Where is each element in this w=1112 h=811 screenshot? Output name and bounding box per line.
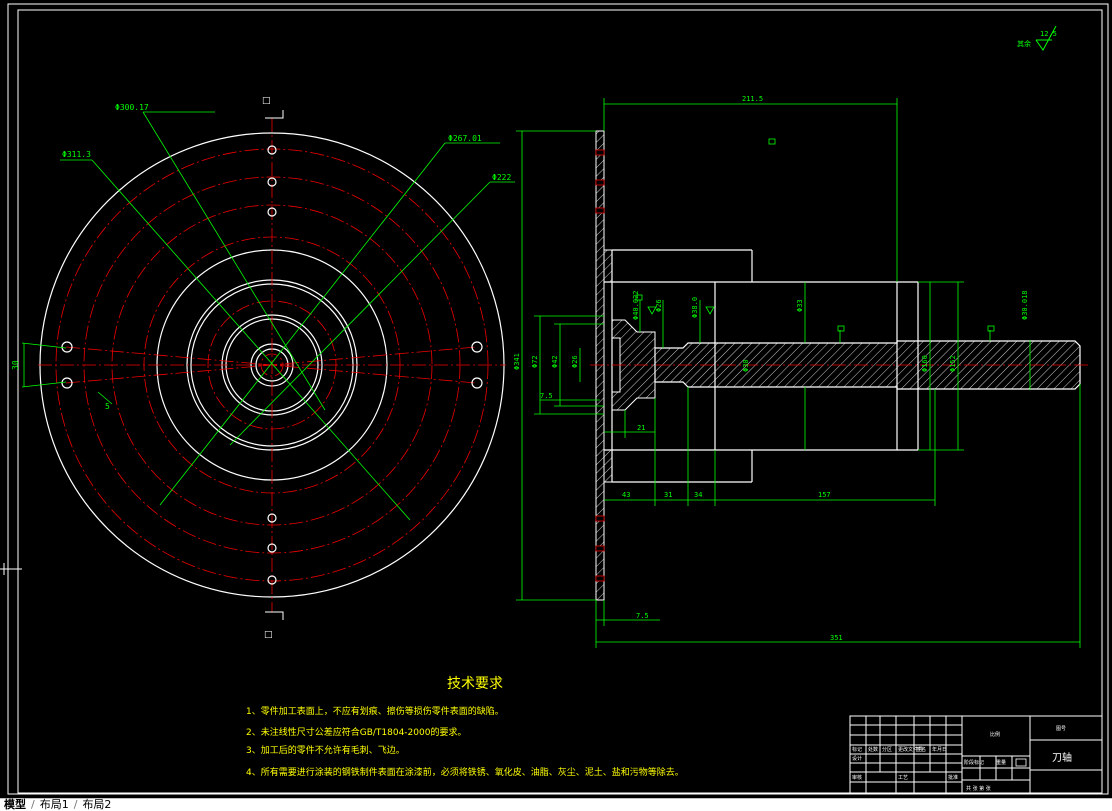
tb-cell-process: 工艺 bbox=[898, 775, 908, 781]
dim-len-7-5-left: 7.5 bbox=[540, 392, 553, 400]
dim-d267-01: Φ267.01 bbox=[448, 134, 482, 143]
tb-cell-weight: 重量 bbox=[996, 759, 1006, 766]
tb-cell-date: 年月日 bbox=[932, 746, 947, 753]
tb-cell-approve: 批准 bbox=[948, 774, 958, 781]
dim-len-34: 34 bbox=[694, 491, 702, 499]
tb-cell-sheets: 共 张 第 张 bbox=[966, 785, 991, 792]
tb-cell-zone: 分区 bbox=[882, 746, 892, 753]
tech-req-title: 技术要求 bbox=[447, 676, 503, 692]
dim-len-211-5: 211.5 bbox=[742, 95, 763, 103]
dim-d341: Φ341 bbox=[513, 353, 521, 370]
dim-len-21: 21 bbox=[637, 424, 645, 432]
roughness-label: 其余 bbox=[1017, 39, 1031, 48]
tb-cell-stage: 阶段标记 bbox=[964, 759, 984, 766]
dim-d40-022: Φ40.022 bbox=[632, 290, 640, 320]
dim-len-43: 43 bbox=[622, 491, 630, 499]
tb-cell-review: 审核 bbox=[852, 774, 862, 781]
dim-d-shaft: Φ30 bbox=[742, 359, 750, 372]
dim-len-5: 5 bbox=[105, 402, 110, 411]
tech-req-item-2: 2、未注线性尺寸公差应符合GB/T1804-2000的要求。 bbox=[246, 726, 466, 738]
drawing-frame bbox=[7, 3, 1109, 795]
tab-model[interactable]: 模型 bbox=[0, 799, 30, 811]
tb-material-label: 比例 bbox=[990, 731, 1000, 738]
dim-d26-b: Φ26 bbox=[655, 299, 663, 312]
roughness-value: 12.5 bbox=[1040, 30, 1057, 38]
tb-top-right-label: 图号 bbox=[1056, 726, 1066, 732]
dim-d26: Φ26 bbox=[571, 355, 579, 368]
dim-len-30: 30 bbox=[11, 360, 20, 370]
tb-part-name: 刀轴 bbox=[1052, 751, 1072, 764]
section-view: 211.5 351 7.5 43 31 34 157 21 7.5 Φ341 Φ… bbox=[513, 95, 1090, 648]
dim-len-7-5-bottom: 7.5 bbox=[636, 612, 649, 620]
tab-layout1[interactable]: 布局1 bbox=[36, 799, 73, 811]
section-mark-top: □ bbox=[262, 96, 271, 106]
dim-d42: Φ42 bbox=[551, 355, 559, 368]
dim-d33: Φ33 bbox=[796, 299, 804, 312]
dim-d311-3: Φ311.3 bbox=[62, 150, 91, 159]
tab-layout2[interactable]: 布局2 bbox=[78, 799, 115, 811]
cad-drawing-canvas[interactable]: □ □ Φ300.17 Φ311.3 Φ267.01 Φ222 30 5 211… bbox=[0, 0, 1112, 810]
dim-d160: Φ160 bbox=[921, 355, 929, 372]
section-mark-bottom: □ bbox=[264, 630, 273, 640]
dim-len-31: 31 bbox=[664, 491, 672, 499]
dim-d72: Φ72 bbox=[531, 355, 539, 368]
dim-d222: Φ222 bbox=[492, 173, 511, 182]
tb-cell-mark: 标记 bbox=[852, 746, 862, 753]
roughness-symbol: 其余 12.5 bbox=[1017, 25, 1057, 51]
dim-len-157: 157 bbox=[818, 491, 831, 499]
title-block: 标记 处数 分区 更改文件号 签名 年月日 设计 审核 工艺 批准 阶段标记 重… bbox=[849, 715, 1103, 794]
tb-cell-count: 处数 bbox=[868, 746, 878, 753]
dim-d30-018: Φ30.018 bbox=[1021, 290, 1029, 320]
end-view: □ □ Φ300.17 Φ311.3 Φ267.01 Φ222 30 5 bbox=[0, 96, 515, 640]
dim-len-351: 351 bbox=[830, 634, 843, 642]
technical-requirements: 技术要求 1、零件加工表面上，不应有划痕、擦伤等损伤零件表面的缺陷。 2、未注线… bbox=[246, 676, 684, 778]
dim-d152: Φ152 bbox=[949, 355, 957, 372]
tb-cell-design: 设计 bbox=[852, 755, 862, 762]
dim-d300-17: Φ300.17 bbox=[115, 103, 149, 112]
layout-tab-bar: 模型 / 布局1/布局2 bbox=[0, 798, 1112, 811]
dim-d38: Φ38.0 bbox=[691, 297, 699, 318]
tech-req-item-4: 4、所有需要进行涂装的钢铁制件表面在涂漆前，必须将铁锈、氧化皮、油脂、灰尘、泥土… bbox=[246, 766, 684, 778]
tb-cell-sign: 签名 bbox=[916, 746, 926, 753]
tech-req-item-1: 1、零件加工表面上，不应有划痕、擦伤等损伤零件表面的缺陷。 bbox=[246, 705, 504, 717]
tech-req-item-3: 3、加工后的零件不允许有毛刺、飞边。 bbox=[246, 744, 405, 756]
